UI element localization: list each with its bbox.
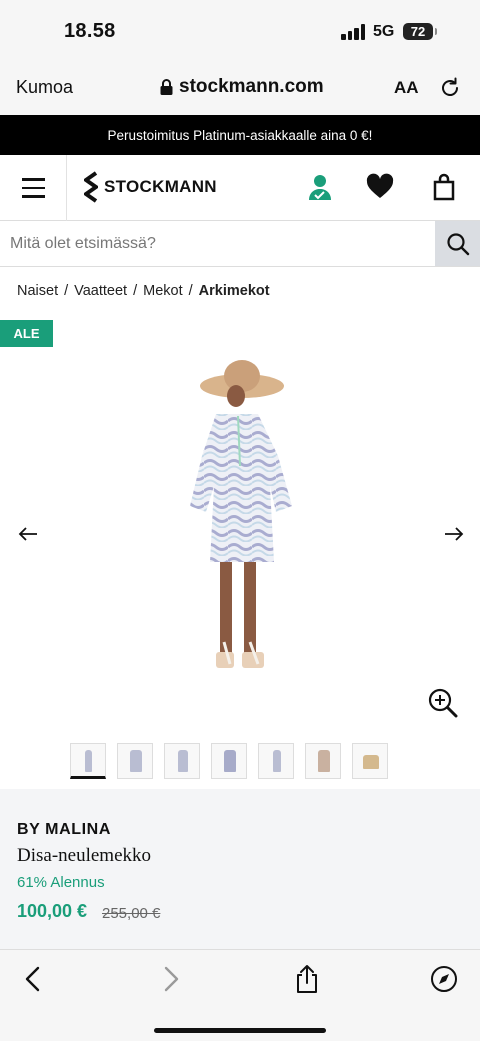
discount-label: 61% Alennus (17, 874, 105, 891)
thumbnail[interactable] (70, 743, 106, 779)
product-gallery (0, 340, 480, 730)
compass-icon[interactable] (429, 964, 459, 994)
forward-icon[interactable] (156, 964, 186, 994)
search-input[interactable] (0, 221, 435, 266)
promo-text: Perustoimitus Platinum-asiakkaalle aina … (107, 127, 373, 143)
breadcrumb-separator: / (64, 283, 69, 299)
zoom-icon[interactable] (428, 688, 458, 718)
sale-price: 100,00 € (17, 901, 88, 921)
breadcrumb-separator: / (133, 283, 138, 299)
undo-button[interactable]: Kumoa (16, 77, 73, 98)
menu-button[interactable] (0, 155, 67, 221)
thumbnail[interactable] (352, 743, 388, 779)
logo-text: STOCKMANN (104, 177, 217, 196)
thumbnail[interactable] (211, 743, 247, 779)
breadcrumb-mekot[interactable]: Mekot (143, 283, 183, 299)
status-bar: 18.58 5G 72 (0, 0, 480, 62)
url-field[interactable]: stockmann.com (160, 76, 324, 98)
back-icon[interactable] (18, 964, 48, 994)
breadcrumb-vaatteet[interactable]: Vaatteet (74, 283, 127, 299)
cellular-signal-icon (341, 24, 367, 40)
site-header: STOCKMANN (0, 155, 480, 221)
thumbnail[interactable] (164, 743, 200, 779)
breadcrumb-separator: / (188, 283, 193, 299)
status-time: 18.58 (64, 20, 116, 42)
next-image-arrow-icon[interactable] (444, 526, 464, 542)
browser-toolbar (0, 949, 480, 1041)
text-size-button[interactable]: AA (394, 78, 419, 98)
previous-image-arrow-icon[interactable] (18, 526, 38, 542)
account-icon[interactable] (306, 173, 334, 201)
promo-banner[interactable]: Perustoimitus Platinum-asiakkaalle aina … (0, 115, 480, 155)
breadcrumb: Naiset / Vaatteet / Mekot / Arkimekot (17, 283, 270, 299)
product-brand[interactable]: BY MALINA (17, 821, 111, 839)
text-size-label: AA (394, 78, 419, 97)
share-icon[interactable] (292, 964, 322, 994)
home-indicator (154, 1028, 326, 1033)
sale-badge: ALE (0, 320, 53, 347)
original-price: 255,00 € (102, 905, 161, 922)
breadcrumb-naiset[interactable]: Naiset (17, 283, 58, 299)
reload-icon[interactable] (438, 76, 462, 100)
search-bar (0, 221, 480, 267)
network-type: 5G (373, 23, 395, 40)
stockmann-logo[interactable]: STOCKMANN (84, 171, 217, 203)
product-name: Disa-neulemekko (17, 845, 152, 866)
thumbnail[interactable] (258, 743, 294, 779)
logo-mark-icon (84, 171, 98, 203)
search-icon (446, 232, 469, 255)
product-info: BY MALINA Disa-neulemekko 61% Alennus 10… (0, 789, 480, 949)
thumbnail[interactable] (305, 743, 341, 779)
url-text: stockmann.com (179, 76, 324, 97)
product-image[interactable] (180, 346, 300, 706)
lock-icon (160, 79, 173, 95)
breadcrumb-arkimekot[interactable]: Arkimekot (199, 283, 270, 299)
thumbnail-strip (70, 743, 388, 779)
thumbnail[interactable] (117, 743, 153, 779)
search-button[interactable] (435, 221, 480, 266)
shopping-bag-icon[interactable] (430, 173, 458, 201)
heart-icon[interactable] (366, 173, 394, 201)
browser-address-bar: Kumoa stockmann.com AA (0, 62, 480, 115)
battery-icon: 72 (403, 23, 437, 40)
